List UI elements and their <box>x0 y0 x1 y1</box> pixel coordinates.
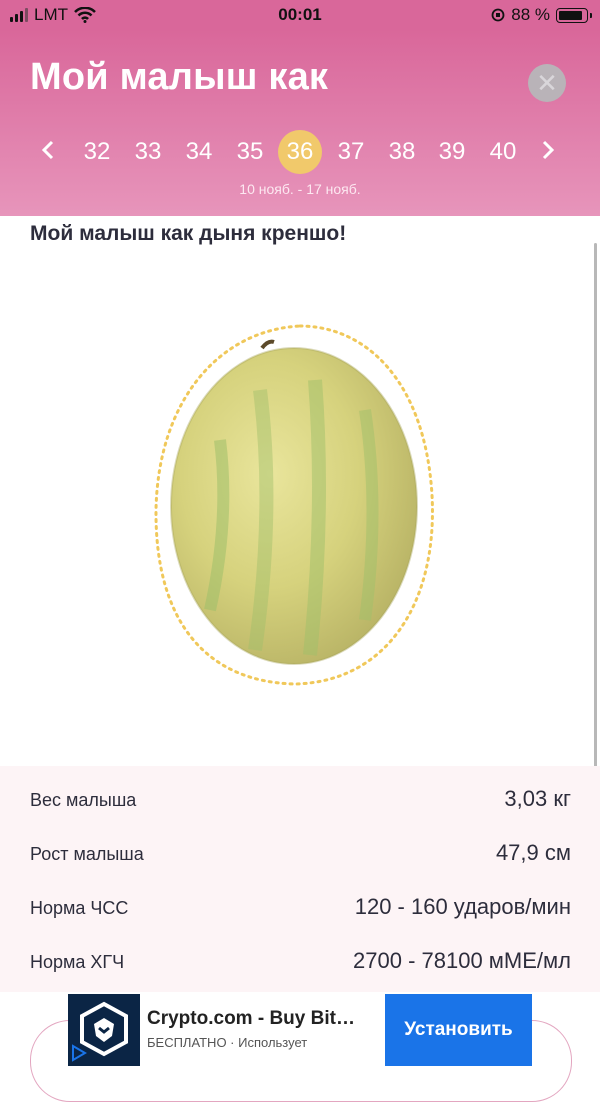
status-bar: LMT 00:01 88 % <box>0 0 600 30</box>
stat-value: 2700 - 78100 мМЕ/мл <box>353 948 571 973</box>
install-button[interactable]: Установить <box>385 994 532 1066</box>
week-date-range: 10 нояб. - 17 нояб. <box>239 181 361 197</box>
week-34[interactable]: 34 <box>177 130 221 174</box>
week-selector: 32 33 34 35 36 37 38 39 40 <box>0 130 600 174</box>
melon-image <box>154 324 434 686</box>
week-39[interactable]: 39 <box>430 130 474 174</box>
stat-row-hcg: Норма ХГЧ 2700 - 78100 мМЕ/мл <box>30 946 571 976</box>
week-37[interactable]: 37 <box>329 130 373 174</box>
comparison-title: Мой малыш как дыня креншо! <box>30 222 347 245</box>
ad-choices-icon[interactable] <box>70 1044 88 1062</box>
stat-label: Норма ХГЧ <box>30 952 125 972</box>
close-button[interactable]: ✕ <box>528 64 566 102</box>
stat-row-heart-rate: Норма ЧСС 120 - 160 ударов/мин <box>30 892 571 922</box>
stat-label: Вес малыша <box>30 790 137 810</box>
week-36-selected[interactable]: 36 <box>278 130 322 174</box>
stat-label: Рост малыша <box>30 844 144 864</box>
ad-banner[interactable]: Crypto.com - Buy Bit… БЕСПЛАТНО · Исполь… <box>68 994 532 1066</box>
stat-value: 3,03 кг <box>504 786 571 811</box>
stat-label: Норма ЧСС <box>30 898 129 918</box>
orientation-lock-icon <box>491 8 505 22</box>
ad-title: Crypto.com - Buy Bit… <box>147 1008 355 1029</box>
week-38[interactable]: 38 <box>380 130 424 174</box>
week-header: Мой малыш как ✕ 32 33 34 35 36 37 38 39 … <box>0 30 600 216</box>
stat-value: 47,9 см <box>495 840 571 865</box>
crypto-app-icon[interactable] <box>68 994 140 1066</box>
chevron-right-icon <box>542 140 555 160</box>
week-40[interactable]: 40 <box>481 130 525 174</box>
week-35[interactable]: 35 <box>228 130 272 174</box>
stat-value: 120 - 160 ударов/мин <box>354 894 571 919</box>
prev-week-button[interactable] <box>40 136 56 170</box>
status-right: 88 % <box>491 5 592 25</box>
stat-row-height: Рост малыша 47,9 см <box>30 838 571 868</box>
ad-subtitle: БЕСПЛАТНО · Использует <box>147 1035 308 1050</box>
battery-icon <box>556 7 592 23</box>
week-32[interactable]: 32 <box>75 130 119 174</box>
battery-percent: 88 % <box>511 5 550 24</box>
week-33[interactable]: 33 <box>126 130 170 174</box>
chevron-left-icon <box>41 140 54 160</box>
stat-row-weight: Вес малыша 3,03 кг <box>30 784 571 814</box>
page-title: Мой малыш как <box>30 56 329 98</box>
next-week-button[interactable] <box>540 136 556 170</box>
close-icon: ✕ <box>536 68 558 98</box>
baby-stats: Вес малыша 3,03 кг Рост малыша 47,9 см Н… <box>0 766 600 992</box>
